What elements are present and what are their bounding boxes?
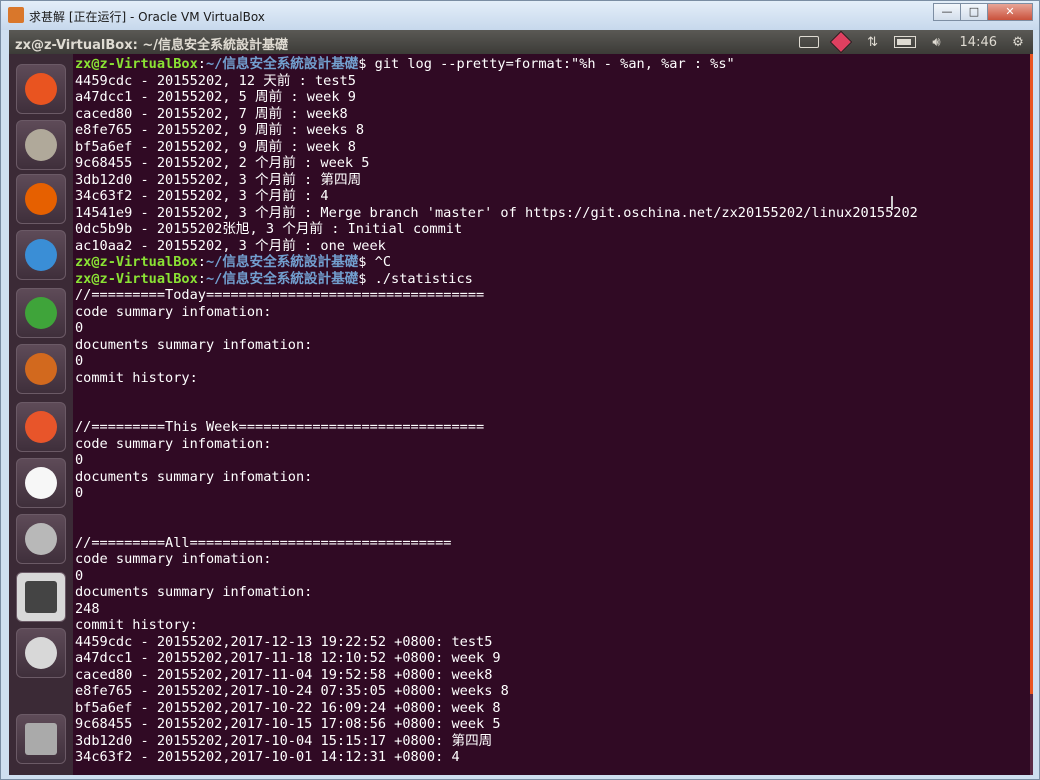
network-icon[interactable]: ⇅ <box>862 34 884 50</box>
virtualbox-app-icon <box>8 7 24 23</box>
settings-icon-glyph <box>25 523 57 555</box>
impress-icon-glyph <box>25 353 57 385</box>
software-center-icon[interactable] <box>16 402 66 452</box>
prompt-user: zx@z-VirtualBox <box>75 270 198 287</box>
prompt-path: ~/信息安全系統設計基礎 <box>205 56 359 72</box>
close-button[interactable]: ✕ <box>987 3 1033 21</box>
files-icon[interactable] <box>16 120 66 170</box>
vm-screen[interactable]: zx@z-VirtualBox: ~/信息安全系統設計基礎 ⇅ 🔊︎ 14:46… <box>9 30 1033 775</box>
indicator-area: ⇅ 🔊︎ 14:46 ⚙ <box>788 30 1029 54</box>
terminal-text: zx@z-VirtualBox:~/信息安全系統設計基礎$ git log --… <box>75 56 918 765</box>
amazon-icon-glyph <box>25 467 57 499</box>
calc-icon[interactable] <box>16 288 66 338</box>
window-title: 求甚解 [正在运行] - Oracle VM VirtualBox <box>29 10 265 24</box>
window-titlebar[interactable]: 求甚解 [正在运行] - Oracle VM VirtualBox — □ ✕ <box>1 1 1039 30</box>
dash-home-icon[interactable] <box>16 64 66 114</box>
scrollbar-thumb[interactable] <box>1030 54 1033 694</box>
terminal-icon[interactable] <box>16 572 66 622</box>
git-log-output: 4459cdc - 20155202, 12 天前 : test5 a47dcc… <box>75 72 918 254</box>
battery-icon[interactable] <box>893 34 916 50</box>
panel-clock[interactable]: 14:46 <box>960 35 997 50</box>
settings-icon[interactable] <box>16 514 66 564</box>
software-center-icon-glyph <box>25 411 57 443</box>
vm-cube-icon[interactable] <box>829 30 852 54</box>
impress-icon[interactable] <box>16 344 66 394</box>
prompt-user: zx@z-VirtualBox <box>75 254 198 270</box>
firefox-icon-glyph <box>25 183 57 215</box>
prompt-path: ~/信息安全系統設計基礎 <box>205 270 359 287</box>
statistics-output: //=========Today========================… <box>75 287 509 765</box>
dash-home-icon-glyph <box>25 73 57 105</box>
amazon-icon[interactable] <box>16 458 66 508</box>
top-panel: zx@z-VirtualBox: ~/信息安全系統設計基礎 ⇅ 🔊︎ 14:46… <box>9 30 1033 54</box>
prompt-user: zx@z-VirtualBox <box>75 56 198 72</box>
trash-icon-glyph <box>25 723 57 755</box>
command-git-log: git log --pretty=format:"%h - %an, %ar :… <box>366 56 735 72</box>
power-gear-icon[interactable]: ⚙ <box>1007 34 1029 50</box>
dvd-icon[interactable] <box>16 628 66 678</box>
command-interrupt: ^C <box>366 254 392 270</box>
panel-window-title: zx@z-VirtualBox: ~/信息安全系統設計基礎 <box>15 38 288 53</box>
virtualbox-window: 求甚解 [正在运行] - Oracle VM VirtualBox — □ ✕ … <box>0 0 1040 780</box>
command-statistics: ./statistics <box>366 270 473 287</box>
dvd-icon-glyph <box>25 637 57 669</box>
terminal-scrollbar[interactable] <box>1030 54 1033 775</box>
minimize-button[interactable]: — <box>933 3 961 21</box>
maximize-button[interactable]: □ <box>960 3 988 21</box>
trash-icon[interactable] <box>16 714 66 764</box>
prompt-path: ~/信息安全系統設計基礎 <box>205 254 359 270</box>
mouse-text-cursor <box>891 196 893 210</box>
calc-icon-glyph <box>25 297 57 329</box>
writer-icon-glyph <box>25 239 57 271</box>
unity-launcher <box>9 54 73 775</box>
files-icon-glyph <box>25 129 57 161</box>
keyboard-icon[interactable] <box>798 34 820 50</box>
volume-icon[interactable]: 🔊︎ <box>926 34 948 50</box>
terminal-output[interactable]: zx@z-VirtualBox:~/信息安全系統設計基礎$ git log --… <box>73 54 1033 775</box>
writer-icon[interactable] <box>16 230 66 280</box>
firefox-icon[interactable] <box>16 174 66 224</box>
window-controls: — □ ✕ <box>933 3 1033 21</box>
terminal-icon-glyph <box>25 581 57 613</box>
